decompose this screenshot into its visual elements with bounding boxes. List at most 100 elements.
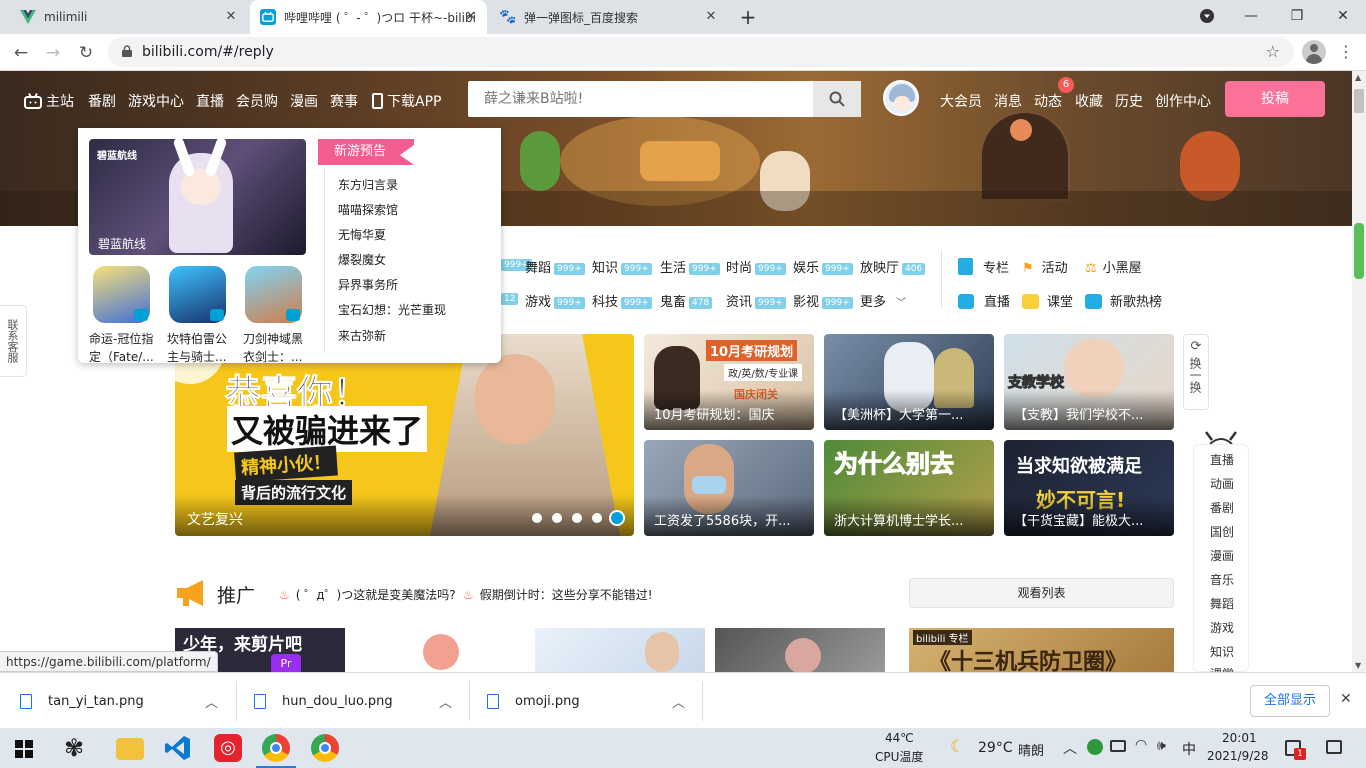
upcoming-game-item[interactable]: 无悔华夏 [338, 226, 386, 243]
close-tab-icon[interactable]: ✕ [703, 9, 719, 25]
nav-game-center[interactable]: 游戏中心 [128, 91, 184, 111]
address-bar[interactable]: bilibili.com/#/reply ☆ [108, 37, 1294, 67]
upcoming-game-item[interactable]: 宝石幻想：光芒重现 [338, 301, 446, 318]
float-nav-item[interactable]: 舞蹈 [1194, 595, 1250, 612]
channel-film[interactable]: 影视 999+ [793, 291, 853, 310]
game-name[interactable]: 坎特伯雷公主与骑士... [167, 330, 237, 366]
tab-search-icon[interactable] [1184, 0, 1230, 32]
promo-thumb[interactable]: bilibili 专栏 《十三机兵防卫圈》 [909, 628, 1174, 672]
scroll-thumb[interactable] [1354, 89, 1364, 113]
carousel-dot[interactable] [592, 513, 602, 523]
chrome-icon[interactable] [311, 734, 339, 762]
channel-live[interactable]: 直播 [958, 291, 1010, 310]
game-name[interactable]: 刀剑神域黑衣剑士：... [243, 330, 313, 366]
nav-anime[interactable]: 番剧 [88, 91, 116, 111]
nav-creator-center[interactable]: 创作中心 [1155, 91, 1211, 111]
download-item[interactable]: hun_dou_luo.png ︿ [254, 673, 464, 729]
channel-tech[interactable]: 科技 999+ [592, 291, 652, 310]
float-nav-item[interactable]: 国创 [1194, 523, 1250, 540]
video-card[interactable]: 当求知欲被满足 妙不可言! 【干货宝藏】能极大... [1004, 440, 1174, 536]
video-card[interactable]: 【美洲杯】大学第一... [824, 334, 994, 430]
upcoming-game-item[interactable]: 喵喵探索馆 [338, 201, 398, 218]
clock-date[interactable]: 2021/9/28 [1207, 749, 1269, 763]
channel-dance[interactable]: 舞蹈 999+ [525, 257, 585, 276]
channel-activity[interactable]: ⚑ 活动 [1022, 257, 1068, 276]
nav-history[interactable]: 历史 [1115, 91, 1143, 111]
video-card[interactable]: 工资发了5586块，开... [644, 440, 814, 536]
nav-vip[interactable]: 大会员 [940, 91, 982, 111]
video-card[interactable]: 为什么别去 浙大计算机博士学长... [824, 440, 994, 536]
upcoming-game-item[interactable]: 来古弥新 [338, 327, 386, 344]
channel-blackroom[interactable]: ⚖ 小黑屋 [1085, 257, 1142, 276]
nav-manga[interactable]: 漫画 [290, 91, 318, 111]
float-nav-item[interactable]: 知识 [1194, 643, 1250, 660]
close-shelf-icon[interactable]: ✕ [1340, 691, 1352, 707]
back-arrow-icon[interactable]: ← [8, 40, 34, 66]
game-icon-fgo[interactable] [93, 266, 150, 323]
float-nav-item[interactable]: 直播 [1194, 451, 1250, 468]
wifi-icon[interactable]: ◠ [1135, 737, 1147, 753]
windows-start-icon[interactable] [15, 740, 33, 758]
video-card[interactable]: 10月考研规划 政/英/数/专业课 国庆闭关 10月考研规划：国庆 [644, 334, 814, 430]
chevron-up-icon[interactable]: ︿ [439, 692, 452, 711]
minimize-icon[interactable]: — [1228, 0, 1274, 32]
tab-baidu[interactable]: 🐾 弹一弹图标_百度搜索 ✕ [490, 0, 727, 34]
watchlist-button[interactable]: 观看列表 [909, 578, 1174, 608]
user-avatar[interactable] [883, 80, 919, 116]
upload-button[interactable]: 投稿 [1225, 81, 1325, 117]
close-tab-icon[interactable]: ✕ [223, 9, 239, 25]
menu-kebab-icon[interactable]: ⋮ [1336, 42, 1356, 62]
chevron-up-icon[interactable]: ︿ [205, 692, 218, 711]
nav-dynamics[interactable]: 动态 [1034, 91, 1062, 111]
search-button[interactable] [813, 81, 861, 117]
game-icon-princess-knight[interactable] [169, 266, 226, 323]
channel-life[interactable]: 生活 999+ [660, 257, 720, 276]
nav-favorites[interactable]: 收藏 [1075, 91, 1103, 111]
nav-esports[interactable]: 赛事 [330, 91, 358, 111]
profile-avatar-icon[interactable] [1302, 40, 1326, 64]
tab-milimili[interactable]: milimili ✕ [10, 0, 247, 34]
channel-cinema[interactable]: 放映厅 406 [860, 257, 926, 276]
channel-game[interactable]: 游戏 999+ [525, 291, 585, 310]
promo-thumb[interactable] [715, 628, 885, 672]
scroll-down-arrow-icon[interactable]: ▼ [1355, 661, 1361, 670]
close-tab-icon[interactable]: ✕ [463, 9, 479, 25]
nav-main-site[interactable]: 主站 [24, 91, 74, 111]
channel-kichiku[interactable]: 鬼畜 478 [660, 291, 713, 310]
upcoming-game-item[interactable]: 爆裂魔女 [338, 251, 386, 268]
tab-bilibili[interactable]: 哔哩哔哩 ( ゜- ゜)つロ 干杯~-bilibili ✕ [250, 0, 487, 34]
security-app-icon[interactable] [1087, 739, 1103, 755]
show-all-downloads-button[interactable]: 全部显示 [1250, 685, 1330, 717]
channel-fashion[interactable]: 时尚 999+ [726, 257, 786, 276]
hot-link-1[interactable]: ♨ ( ゜д゜)つ这就是变美魔法吗? [279, 586, 456, 603]
download-item[interactable]: tan_yi_tan.png ︿ [20, 673, 230, 729]
carousel-dot[interactable] [532, 513, 542, 523]
refresh-button[interactable]: ⟳ 换一换 [1183, 334, 1209, 410]
page-scrollbar[interactable]: ▲ ▼ [1352, 71, 1366, 672]
carousel-dot[interactable] [552, 513, 562, 523]
featured-game-banner[interactable]: 碧蓝航线 碧蓝航线 [89, 139, 306, 255]
game-name[interactable]: 命运-冠位指定（Fate/... [89, 330, 159, 366]
forward-arrow-icon[interactable]: → [40, 40, 66, 66]
float-nav-item[interactable]: 游戏 [1194, 619, 1250, 636]
nav-mall[interactable]: 会员购 [236, 91, 278, 111]
carousel-dot-active[interactable] [609, 510, 625, 526]
upcoming-game-item[interactable]: 异界事务所 [338, 276, 398, 293]
float-nav-item[interactable]: 音乐 [1194, 571, 1250, 588]
chrome-icon[interactable] [262, 734, 290, 762]
channel-entertainment[interactable]: 娱乐 999+ [793, 257, 853, 276]
bookmark-star-icon[interactable]: ☆ [1266, 42, 1280, 61]
float-nav-item[interactable]: 课堂 [1194, 665, 1250, 672]
carousel-dot[interactable] [572, 513, 582, 523]
ime-indicator[interactable]: 中 [1182, 739, 1196, 759]
video-card[interactable]: 支教学校 【支教】我们学校不... [1004, 334, 1174, 430]
fan-app-icon[interactable]: ✾ [60, 734, 88, 762]
channel-column[interactable]: 专栏 [958, 257, 1009, 276]
file-explorer-icon[interactable] [116, 738, 144, 760]
weather-temp[interactable]: 29°C [978, 740, 1013, 756]
vscode-icon[interactable] [164, 734, 192, 762]
chevron-up-icon[interactable]: ︿ [1063, 738, 1077, 758]
float-nav-item[interactable]: 动画 [1194, 475, 1250, 492]
game-icon-sao[interactable] [245, 266, 302, 323]
channel-more[interactable]: 更多 ﹀ [860, 291, 906, 310]
